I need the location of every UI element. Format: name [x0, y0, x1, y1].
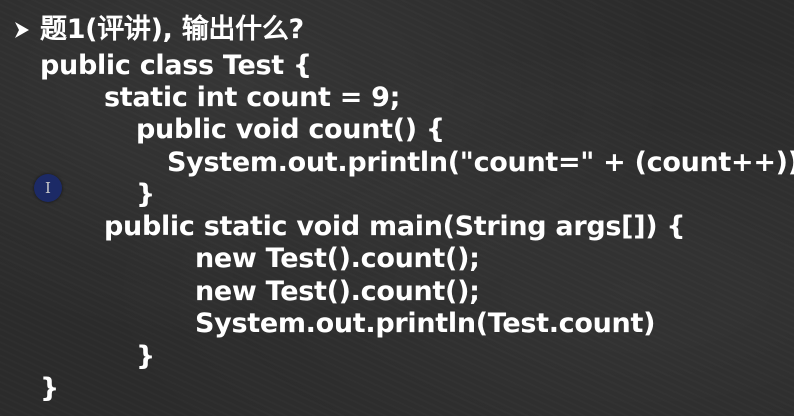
code-line-main-close: }	[136, 341, 155, 372]
code-line-call-2: new Test().count();	[195, 276, 480, 307]
code-line-call-1: new Test().count();	[195, 243, 480, 274]
code-line-main-decl: public static void main(String args[]) {	[104, 211, 686, 242]
code-line-class-decl: public class Test {	[40, 50, 312, 81]
arrow-bullet-icon	[13, 20, 31, 40]
cursor-glyph: I	[45, 179, 51, 197]
slide: 题1(评讲), 输出什么? public class Test { static…	[0, 0, 794, 416]
text-cursor-icon: I	[34, 174, 62, 202]
slide-title: 题1(评讲), 输出什么?	[40, 14, 304, 45]
code-line-class-close: }	[40, 373, 59, 404]
code-line-method-decl: public void count() {	[136, 114, 445, 145]
code-line-print-count: System.out.println("count=" + (count++))…	[167, 147, 794, 178]
code-line-method-close: }	[136, 179, 155, 210]
code-line-print-static: System.out.println(Test.count)	[195, 308, 656, 339]
code-line-static-field: static int count = 9;	[104, 82, 401, 113]
